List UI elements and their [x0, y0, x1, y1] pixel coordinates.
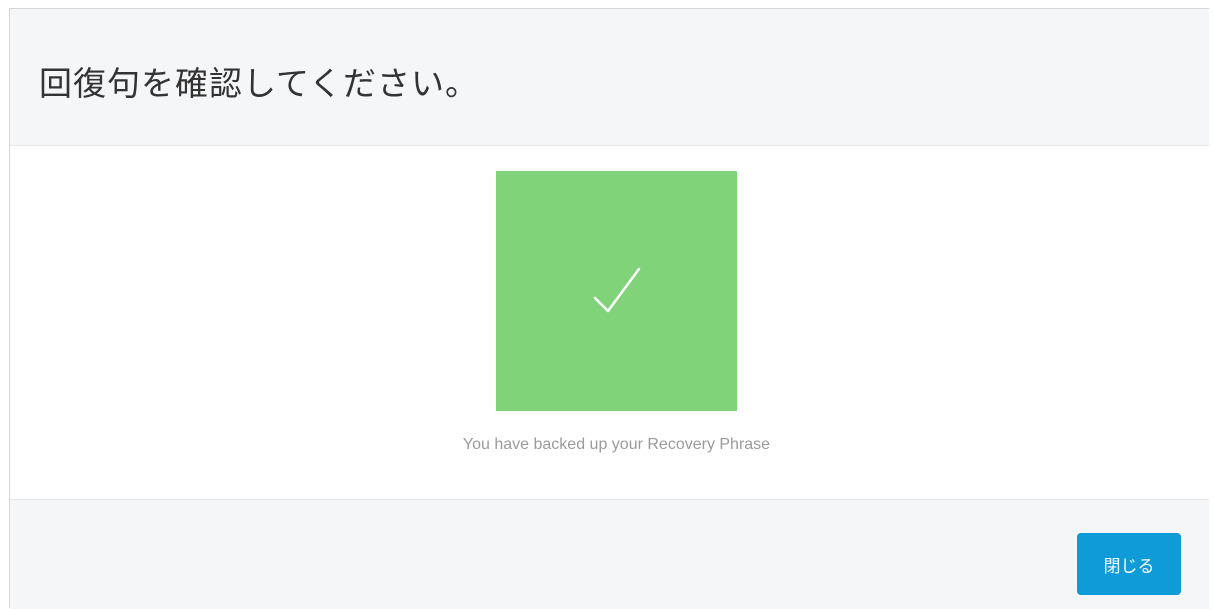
- checkmark-icon: [593, 267, 640, 313]
- dialog-footer: 閉じる: [10, 499, 1209, 609]
- dialog-body: You have backed up your Recovery Phrase: [10, 146, 1209, 499]
- dialog-title: 回復句を確認してください。: [39, 64, 480, 103]
- recovery-phrase-confirm-dialog: 回復句を確認してください。 You have backed up your Re…: [9, 8, 1209, 609]
- close-button[interactable]: 閉じる: [1077, 533, 1181, 595]
- dialog-header: 回復句を確認してください。: [10, 9, 1209, 146]
- success-message: You have backed up your Recovery Phrase: [462, 436, 771, 453]
- success-indicator: [496, 171, 737, 411]
